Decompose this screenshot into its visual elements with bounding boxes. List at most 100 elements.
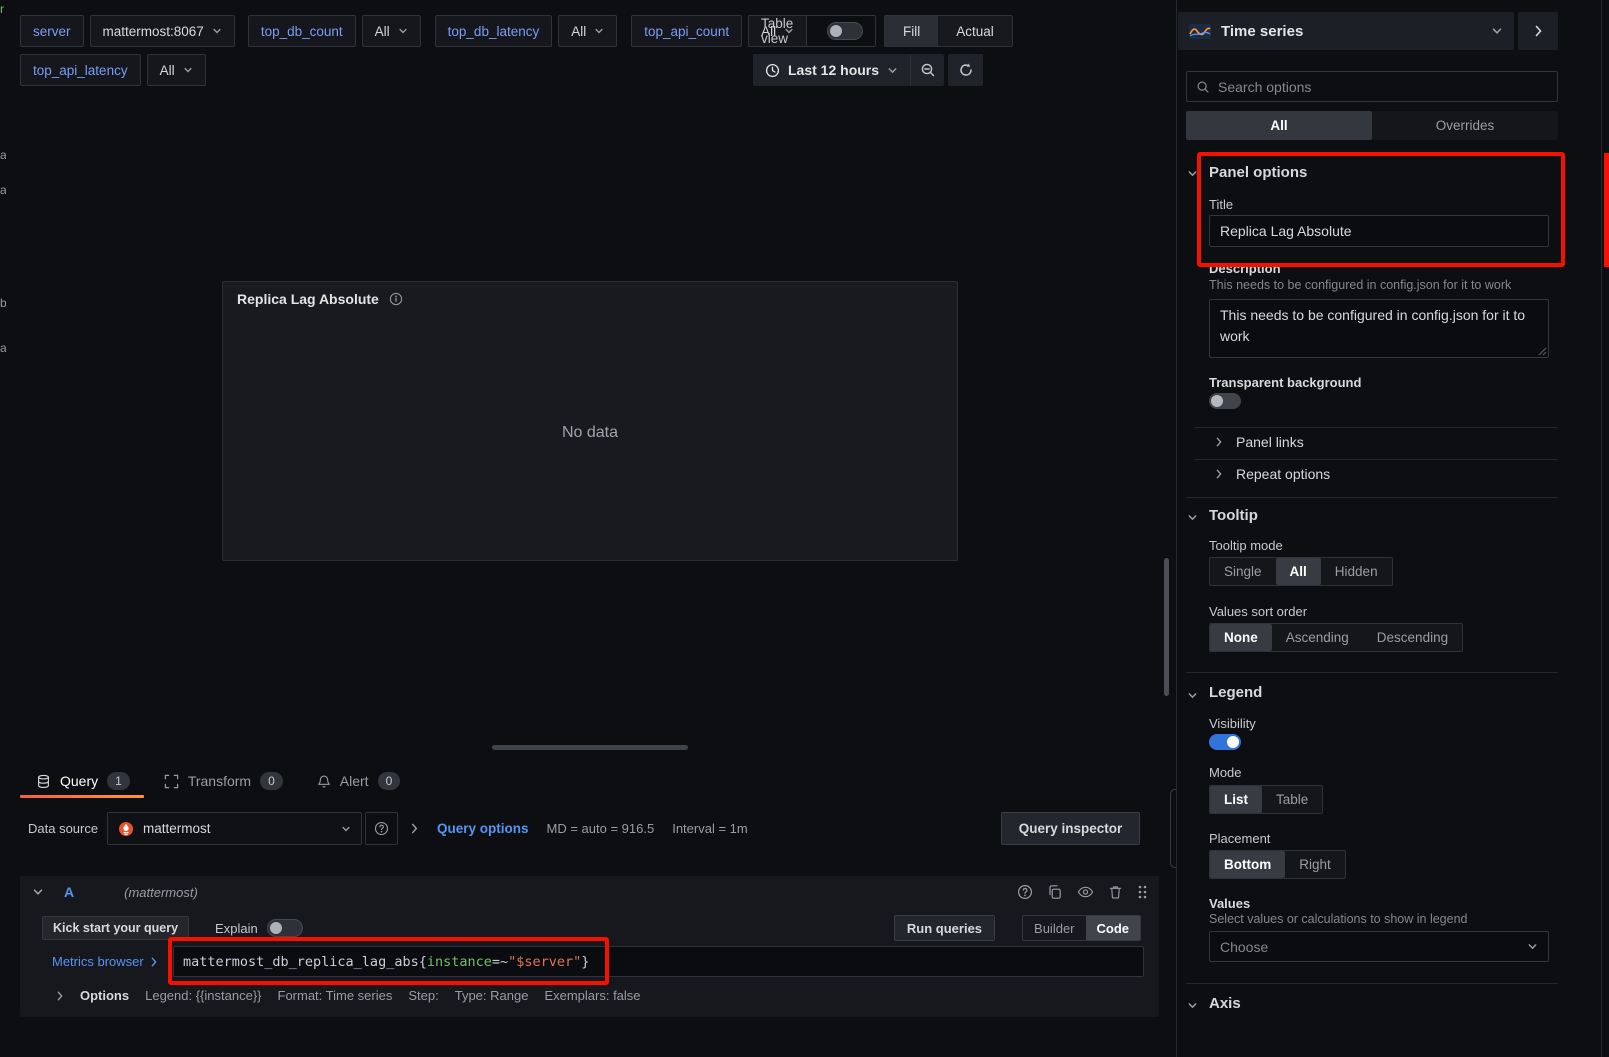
legend-section-header[interactable]: Legend bbox=[1209, 684, 1262, 701]
search-input[interactable] bbox=[1218, 79, 1548, 95]
chevron-down-icon bbox=[1527, 941, 1538, 952]
variable-server-label[interactable]: server bbox=[20, 15, 84, 47]
tooltip-mode-all[interactable]: All bbox=[1276, 558, 1321, 585]
tooltip-section-header[interactable]: Tooltip bbox=[1209, 507, 1258, 524]
time-controls: Last 12 hours bbox=[753, 54, 944, 86]
format-summary: Format: Time series bbox=[278, 988, 393, 1003]
pane-resize-handle[interactable] bbox=[492, 745, 688, 750]
kick-start-query-button[interactable]: Kick start your query bbox=[42, 916, 189, 940]
panel-options-sidebar: Time series All Overrides Panel options … bbox=[1176, 0, 1609, 1057]
tooltip-mode-hidden[interactable]: Hidden bbox=[1321, 558, 1392, 585]
description-textarea[interactable]: This needs to be configured in config.js… bbox=[1209, 299, 1549, 358]
info-icon[interactable] bbox=[389, 292, 403, 306]
drag-handle-icon[interactable] bbox=[1137, 884, 1147, 900]
tab-all[interactable]: All bbox=[1186, 111, 1372, 140]
transparent-background-toggle[interactable] bbox=[1209, 393, 1241, 409]
title-label: Title bbox=[1209, 197, 1233, 212]
panel-header[interactable]: Replica Lag Absolute bbox=[223, 282, 957, 316]
variable-top-api-latency-dropdown[interactable]: All bbox=[147, 54, 206, 86]
help-icon[interactable] bbox=[1017, 884, 1033, 900]
tooltip-mode-single[interactable]: Single bbox=[1210, 558, 1276, 585]
legend-values-select[interactable]: Choose bbox=[1209, 931, 1549, 962]
options-label[interactable]: Options bbox=[80, 988, 129, 1003]
explain-toggle[interactable] bbox=[267, 919, 303, 937]
grafana-panel-edit-screen: r a a b a server mattermost:8067 top_db_… bbox=[0, 0, 1609, 1057]
builder-option[interactable]: Builder bbox=[1023, 916, 1085, 940]
chevron-right-icon[interactable] bbox=[56, 991, 64, 1001]
placement-right[interactable]: Right bbox=[1285, 851, 1345, 878]
variable-server-dropdown[interactable]: mattermost:8067 bbox=[90, 15, 235, 47]
variable-top-db-latency-label[interactable]: top_db_latency bbox=[435, 15, 553, 47]
trash-icon[interactable] bbox=[1108, 884, 1123, 900]
chevron-down-icon[interactable] bbox=[1187, 1000, 1198, 1011]
duplicate-icon[interactable] bbox=[1047, 884, 1063, 900]
datasource-picker[interactable]: mattermost bbox=[107, 812, 362, 845]
chevron-down-icon[interactable] bbox=[1187, 168, 1198, 179]
axis-section-header[interactable]: Axis bbox=[1209, 995, 1241, 1012]
collapse-options-pane-button[interactable] bbox=[1518, 12, 1558, 50]
panel-title-input[interactable] bbox=[1209, 215, 1549, 247]
tab-alert[interactable]: Alert 0 bbox=[317, 772, 400, 790]
datasource-help-button[interactable] bbox=[365, 812, 398, 845]
variable-top-db-latency-dropdown[interactable]: All bbox=[558, 15, 617, 47]
time-range-label: Last 12 hours bbox=[788, 62, 879, 78]
variable-top-db-count-label[interactable]: top_db_count bbox=[248, 15, 356, 47]
repeat-options-expander[interactable]: Repeat options bbox=[1215, 466, 1330, 482]
builder-code-switch: Builder Code bbox=[1022, 915, 1141, 941]
active-tab-underline bbox=[20, 795, 144, 798]
edge-text-fragment: a bbox=[0, 148, 6, 162]
run-queries-button[interactable]: Run queries bbox=[894, 915, 995, 941]
resize-handle-icon[interactable] bbox=[1538, 347, 1547, 356]
promql-query-input[interactable]: mattermost_db_replica_lag_abs{instance=~… bbox=[173, 946, 1144, 977]
variable-top-api-latency-label[interactable]: top_api_latency bbox=[20, 54, 141, 86]
legend-mode-table[interactable]: Table bbox=[1262, 786, 1322, 813]
variable-top-api-count-label[interactable]: top_api_count bbox=[631, 15, 742, 47]
metrics-browser-link[interactable]: Metrics browser bbox=[52, 954, 173, 969]
variable-top-api-latency: top_api_latency All bbox=[20, 54, 206, 86]
chevron-down-icon[interactable] bbox=[1187, 512, 1198, 523]
code-option[interactable]: Code bbox=[1086, 916, 1141, 940]
legend-visibility-toggle[interactable] bbox=[1209, 734, 1241, 750]
eye-icon[interactable] bbox=[1077, 884, 1094, 900]
visualization-picker[interactable]: Time series bbox=[1178, 12, 1514, 50]
sort-none[interactable]: None bbox=[1210, 624, 1272, 651]
tab-transform-count: 0 bbox=[260, 772, 283, 790]
query-options-link[interactable]: Query options bbox=[437, 821, 529, 836]
variable-top-db-count: top_db_count All bbox=[248, 15, 421, 47]
actual-option[interactable]: Actual bbox=[938, 16, 1012, 46]
editor-tabs: Query 1 Transform 0 Alert 0 bbox=[36, 768, 400, 794]
chevron-right-icon bbox=[1215, 437, 1223, 447]
type-summary: Type: Range bbox=[455, 988, 529, 1003]
fill-option[interactable]: Fill bbox=[885, 16, 938, 46]
tab-query[interactable]: Query 1 bbox=[36, 772, 130, 790]
panel-links-label: Panel links bbox=[1236, 434, 1304, 450]
time-range-picker[interactable]: Last 12 hours bbox=[753, 54, 910, 86]
panel-links-expander[interactable]: Panel links bbox=[1215, 434, 1304, 450]
query-inspector-button[interactable]: Query inspector bbox=[1001, 812, 1140, 845]
visualization-name: Time series bbox=[1221, 23, 1303, 40]
fill-actual-switch: Fill Actual bbox=[884, 15, 1013, 47]
chevron-right-icon bbox=[1215, 469, 1223, 479]
query-row-actions bbox=[1017, 884, 1147, 900]
sort-ascending[interactable]: Ascending bbox=[1272, 624, 1363, 651]
prometheus-flame-icon bbox=[118, 821, 134, 837]
tab-overrides[interactable]: Overrides bbox=[1372, 111, 1558, 140]
tab-transform[interactable]: Transform 0 bbox=[164, 772, 283, 790]
query-row-header[interactable]: A (mattermost) bbox=[20, 876, 1159, 908]
placement-bottom[interactable]: Bottom bbox=[1210, 851, 1285, 878]
tab-query-count: 1 bbox=[107, 772, 130, 790]
refresh-button[interactable] bbox=[948, 54, 983, 86]
zoom-out-button[interactable] bbox=[910, 54, 944, 86]
table-view-toggle[interactable] bbox=[827, 22, 863, 40]
sidebar-scrollbar-track[interactable] bbox=[1601, 0, 1602, 1057]
legend-mode-list[interactable]: List bbox=[1210, 786, 1262, 813]
edge-text-fragment: b bbox=[0, 296, 6, 310]
chevron-down-icon[interactable] bbox=[1187, 690, 1198, 701]
scrollbar-thumb[interactable] bbox=[1164, 558, 1169, 696]
chevron-down-icon bbox=[212, 26, 222, 36]
sort-descending[interactable]: Descending bbox=[1363, 624, 1462, 651]
collapse-chevron-icon[interactable] bbox=[32, 886, 44, 898]
panel-options-section-header[interactable]: Panel options bbox=[1209, 164, 1307, 181]
repeat-options-label: Repeat options bbox=[1236, 466, 1330, 482]
variable-top-db-count-dropdown[interactable]: All bbox=[362, 15, 421, 47]
